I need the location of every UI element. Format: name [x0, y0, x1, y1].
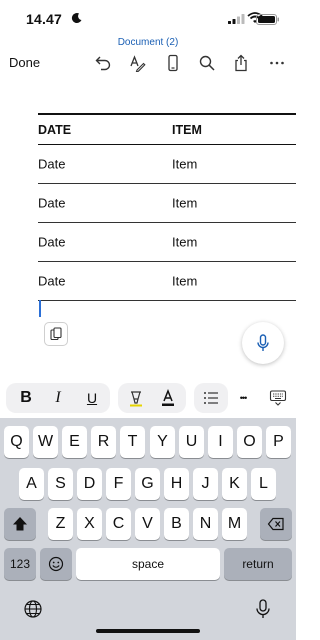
keyboard: Q W E R T Y U I O P A S D F G H J K L Z … [0, 418, 296, 640]
key-m[interactable]: M [222, 508, 247, 540]
emoji-icon [48, 556, 64, 572]
table-row: Date Item [38, 145, 296, 184]
table-row: Date Item [38, 223, 296, 262]
format-bar: B I U ••• [0, 378, 296, 418]
clipboard-icon [50, 327, 62, 341]
battery-icon [256, 14, 279, 25]
table-cell[interactable]: Item [172, 196, 197, 211]
highlighter-icon [130, 391, 142, 407]
document-title[interactable]: Document (2) [0, 37, 296, 48]
key-j[interactable]: J [193, 468, 218, 500]
key-h[interactable]: H [164, 468, 189, 500]
header-date[interactable]: DATE [38, 123, 71, 137]
mobile-view-icon[interactable] [162, 52, 184, 74]
backspace-key[interactable] [260, 508, 292, 540]
table-cell[interactable]: Date [38, 196, 65, 211]
font-color-button[interactable] [154, 383, 182, 413]
key-r[interactable]: R [91, 426, 116, 458]
emoji-key[interactable] [40, 548, 72, 580]
home-indicator [96, 629, 200, 633]
keyboard-dictation-icon[interactable] [252, 596, 274, 622]
key-l[interactable]: L [251, 468, 276, 500]
microphone-icon [257, 334, 269, 351]
color-group [118, 383, 186, 413]
header-item[interactable]: ITEM [172, 123, 202, 137]
italic-button[interactable]: I [44, 383, 72, 413]
key-x[interactable]: X [77, 508, 102, 540]
undo-icon[interactable] [92, 52, 114, 74]
key-u[interactable]: U [179, 426, 204, 458]
key-d[interactable]: D [77, 468, 102, 500]
table-cell[interactable]: Item [172, 235, 197, 250]
key-p[interactable]: P [266, 426, 291, 458]
table-cell[interactable]: Item [172, 274, 197, 289]
key-q[interactable]: Q [4, 426, 29, 458]
key-a[interactable]: A [19, 468, 44, 500]
draw-pen-icon[interactable] [126, 52, 148, 74]
table-header-row: DATE ITEM [38, 115, 296, 145]
text-style-group: B I U [6, 383, 110, 413]
search-icon[interactable] [196, 52, 218, 74]
paste-button[interactable] [44, 322, 68, 346]
table-cell[interactable]: Item [172, 157, 197, 172]
highlight-button[interactable] [122, 383, 150, 413]
more-format-button[interactable]: ••• [230, 383, 256, 413]
font-color-icon [162, 389, 174, 406]
text-cursor [39, 300, 41, 317]
table-cell[interactable]: Date [38, 274, 65, 289]
backspace-icon [267, 517, 284, 531]
key-z[interactable]: Z [48, 508, 73, 540]
dictate-button[interactable] [242, 322, 284, 364]
key-c[interactable]: C [106, 508, 131, 540]
share-icon[interactable] [230, 52, 252, 74]
key-s[interactable]: S [48, 468, 73, 500]
bullet-list-icon [204, 392, 218, 404]
done-button[interactable]: Done [9, 55, 40, 70]
key-i[interactable]: I [208, 426, 233, 458]
list-group [194, 383, 228, 413]
key-f[interactable]: F [106, 468, 131, 500]
bold-button[interactable]: B [12, 383, 40, 413]
keyboard-dismiss-icon [269, 390, 287, 406]
document-table[interactable]: DATE ITEM Date Item Date Item Date Item … [38, 113, 296, 301]
bullet-list-button[interactable] [197, 383, 225, 413]
status-time: 14.47 [26, 11, 63, 27]
shift-icon [13, 517, 27, 531]
more-options-icon[interactable] [266, 52, 288, 74]
globe-icon[interactable] [20, 596, 46, 622]
key-t[interactable]: T [120, 426, 145, 458]
key-v[interactable]: V [135, 508, 160, 540]
table-cell[interactable]: Date [38, 157, 65, 172]
moon-icon [71, 13, 82, 24]
table-row: Date Item [38, 184, 296, 223]
key-e[interactable]: E [62, 426, 87, 458]
key-w[interactable]: W [33, 426, 58, 458]
key-o[interactable]: O [237, 426, 262, 458]
underline-button[interactable]: U [78, 383, 106, 413]
return-key[interactable]: return [224, 548, 292, 580]
numbers-key[interactable]: 123 [4, 548, 36, 580]
key-g[interactable]: G [135, 468, 160, 500]
key-y[interactable]: Y [150, 426, 175, 458]
status-bar: 14.47 [0, 0, 296, 36]
signal-icon [228, 14, 245, 24]
space-key[interactable]: space [76, 548, 220, 580]
key-n[interactable]: N [193, 508, 218, 540]
key-b[interactable]: B [164, 508, 189, 540]
shift-key[interactable] [4, 508, 36, 540]
hide-keyboard-button[interactable] [264, 383, 292, 413]
table-row: Date Item [38, 262, 296, 301]
table-cell[interactable]: Date [38, 235, 65, 250]
key-k[interactable]: K [222, 468, 247, 500]
